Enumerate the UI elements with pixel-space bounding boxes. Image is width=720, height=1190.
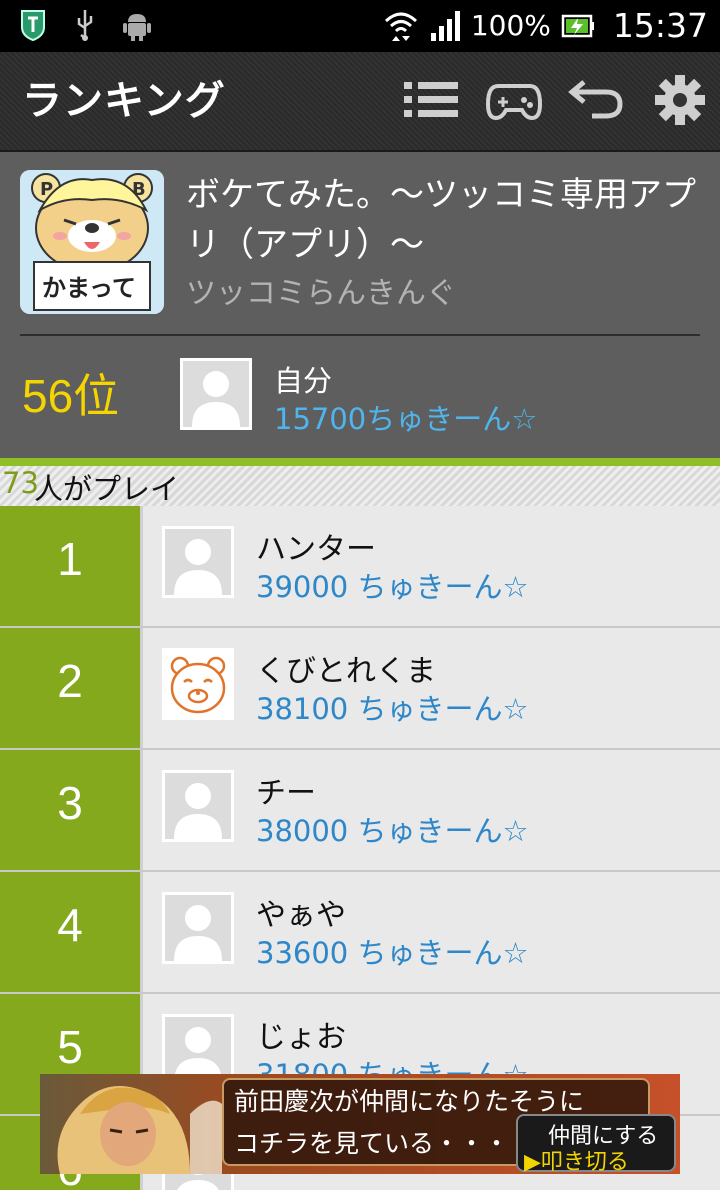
divider xyxy=(20,334,700,336)
bear-face-icon xyxy=(162,648,234,720)
ranking-row[interactable]: 1 ハンター 39000 ちゅきーん☆ xyxy=(0,506,720,628)
rank-number: 3 xyxy=(0,750,140,872)
page-title: ランキング xyxy=(22,78,226,124)
app-subtitle: ツッコミらんきんぐ xyxy=(186,276,456,311)
column-separator xyxy=(140,506,143,628)
accent-divider xyxy=(0,458,720,466)
app-icon: P B かまって xyxy=(20,170,164,314)
person-icon xyxy=(165,529,231,595)
default-avatar xyxy=(162,770,234,842)
player-name: ハンター xyxy=(256,532,376,567)
my-name: 自分 xyxy=(274,364,333,398)
shield-icon xyxy=(21,10,45,42)
gamepad-icon[interactable] xyxy=(484,74,544,126)
app-header: P B かまって ボケてみた。～ツッコミ専用アプリ（アプリ）～ ツッコミらんきん… xyxy=(0,152,720,458)
ranking-row[interactable]: 3 チー 38000 ちゅきーん☆ xyxy=(0,750,720,872)
person-icon xyxy=(165,773,231,839)
ad-subline: コチラを見ている・・・ xyxy=(234,1129,510,1158)
ranking-row[interactable]: 2 くびとれくま 38100 ちゅきーん☆ xyxy=(0,628,720,750)
default-avatar xyxy=(162,892,234,964)
person-icon xyxy=(165,895,231,961)
clock: 15:37 xyxy=(612,6,708,45)
dog-mascot-icon: P B かまって xyxy=(20,170,164,314)
android-debug-icon xyxy=(123,14,151,41)
signal-icon xyxy=(430,10,460,41)
back-icon[interactable] xyxy=(566,74,626,126)
battery-charging-icon xyxy=(561,14,594,37)
player-score: 38000 ちゅきーん☆ xyxy=(256,814,529,848)
column-separator xyxy=(140,750,143,872)
ad-banner[interactable]: 前田慶次が仲間になりたそうに コチラを見ている・・・ 仲間にする ▶叩き切る xyxy=(40,1074,680,1174)
player-name: くびとれくま xyxy=(256,654,436,689)
player-score: 33600 ちゅきーん☆ xyxy=(256,936,529,970)
wifi-icon xyxy=(384,12,417,41)
my-rank: 56位 xyxy=(22,370,120,422)
column-separator xyxy=(140,872,143,994)
player-score: 38100 ちゅきーん☆ xyxy=(256,692,529,726)
app-title: ボケてみた。～ツッコミ専用アプリ（アプリ）～ xyxy=(186,175,696,265)
usb-icon xyxy=(77,10,93,41)
status-bar: 100% 15:37 xyxy=(0,0,720,52)
battery-percent: 100% xyxy=(470,9,551,42)
settings-icon[interactable] xyxy=(650,74,710,126)
default-avatar-icon xyxy=(183,361,249,427)
my-score: 15700ちゅきーん☆ xyxy=(274,402,538,436)
default-avatar xyxy=(162,526,234,598)
column-separator xyxy=(140,628,143,750)
bear-avatar xyxy=(162,648,234,720)
player-score: 39000 ちゅきーん☆ xyxy=(256,570,529,604)
player-name: やぁや xyxy=(256,898,346,933)
player-name: チー xyxy=(256,776,316,811)
ad-headline: 前田慶次が仲間になりたそうに xyxy=(234,1087,585,1116)
avatar[interactable] xyxy=(180,358,252,430)
action-bar: ランキング xyxy=(0,52,720,152)
player-count-label: 人がプレイ xyxy=(34,472,180,506)
rank-number: 2 xyxy=(0,628,140,750)
ad-cta-bottom: ▶叩き切る xyxy=(524,1150,629,1174)
list-icon[interactable] xyxy=(402,74,462,126)
svg-text:かまって: かまって xyxy=(42,274,136,302)
ranking-row[interactable]: 4 やぁや 33600 ちゅきーん☆ xyxy=(0,872,720,994)
ad-cta-button[interactable]: 仲間にする ▶叩き切る xyxy=(516,1114,676,1174)
rank-number: 4 xyxy=(0,872,140,994)
rank-number: 1 xyxy=(0,506,140,628)
player-count-bar: 73 人がプレイ xyxy=(0,466,720,506)
player-name: じょお xyxy=(256,1020,346,1055)
